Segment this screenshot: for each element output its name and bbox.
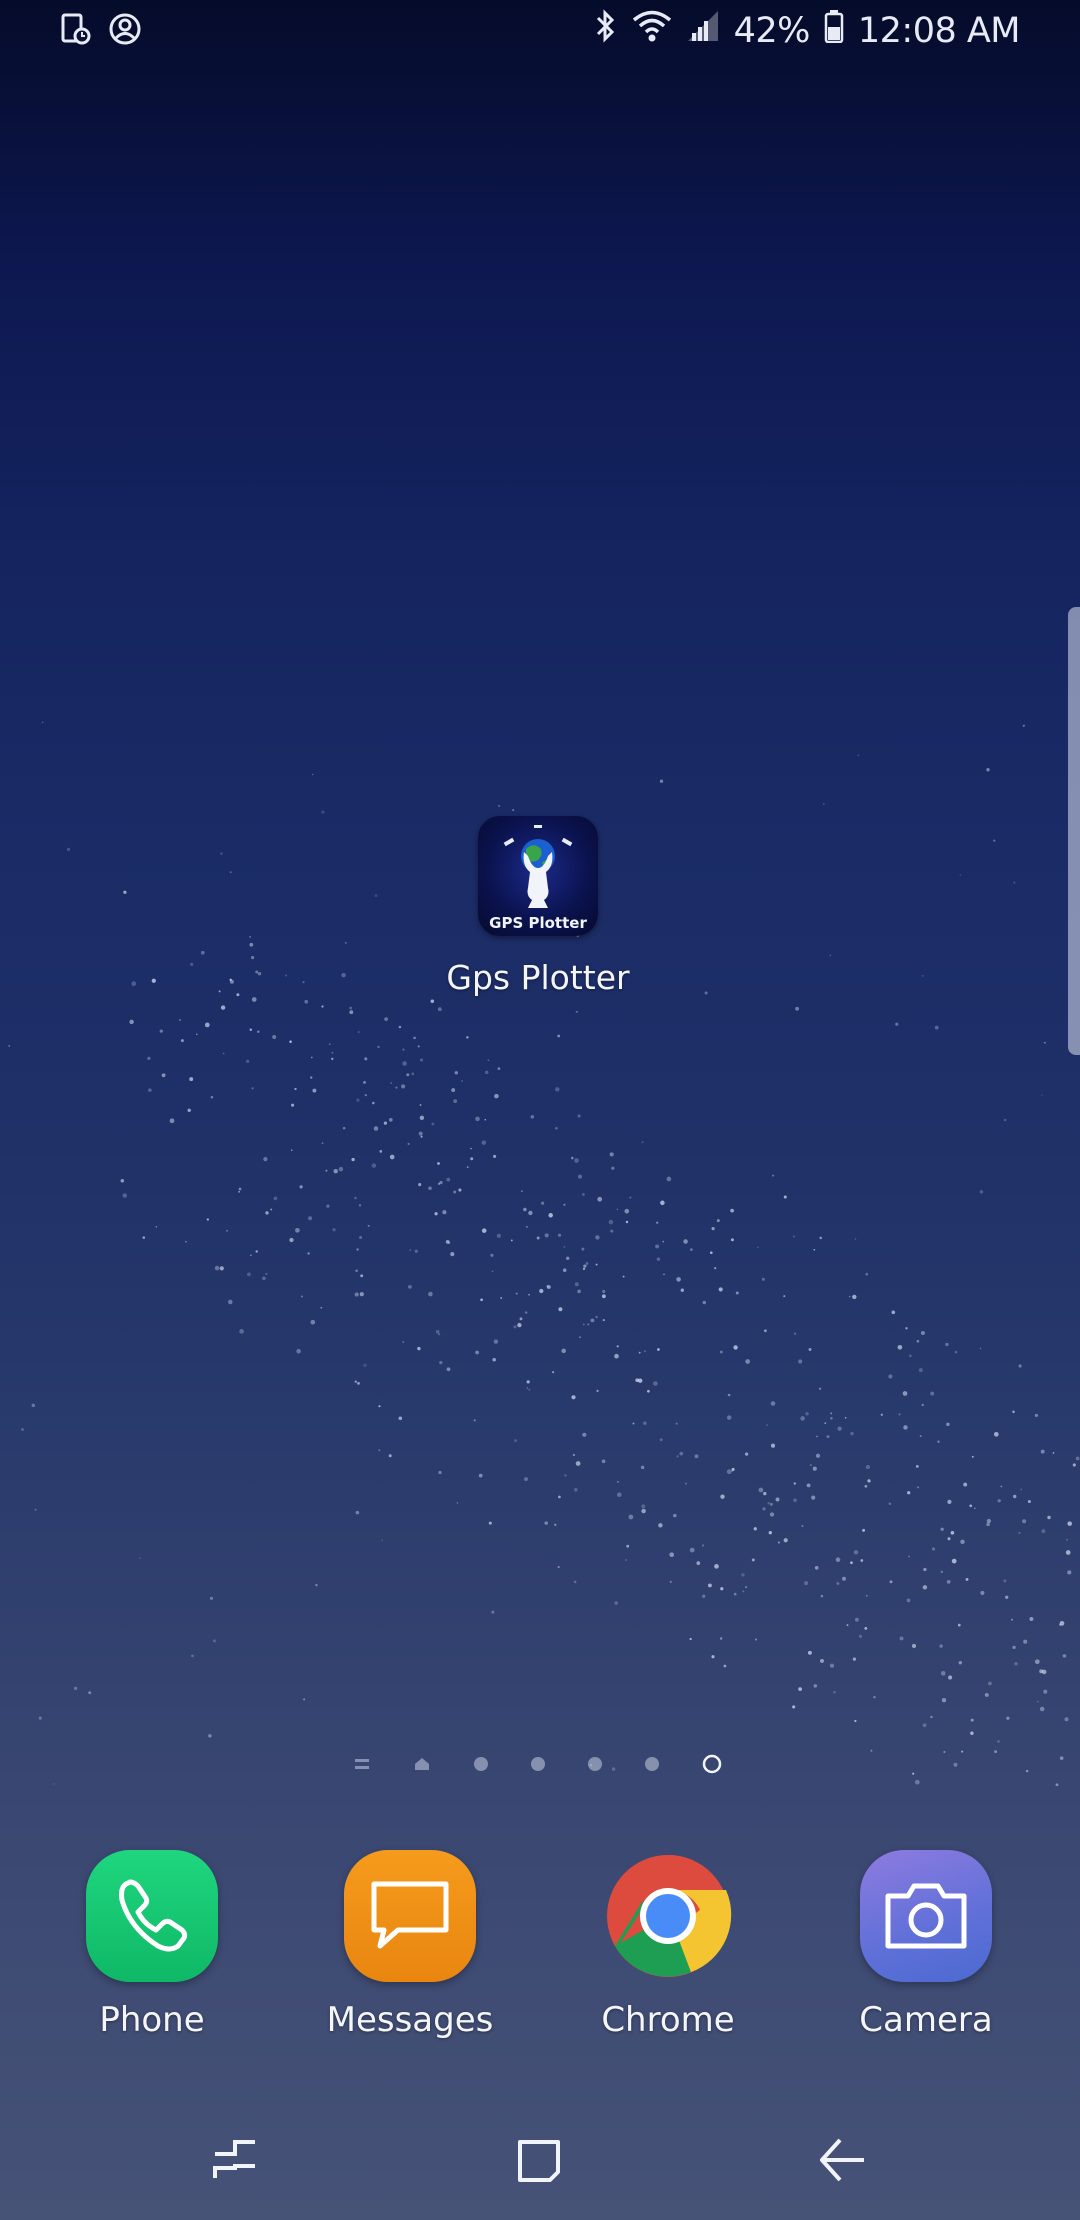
menu-lines-icon[interactable] — [355, 1759, 369, 1769]
home-icon — [518, 2140, 560, 2182]
gps-plotter-icon: GPS Plotter — [478, 816, 598, 936]
home-button[interactable] — [508, 2130, 568, 2190]
page-dot[interactable] — [645, 1757, 659, 1771]
account-icon — [108, 12, 142, 51]
recents-icon — [213, 2140, 255, 2178]
clock: 12:08 AM — [857, 11, 1021, 51]
chrome-icon — [602, 1850, 734, 1982]
back-arrow-icon — [820, 2138, 864, 2182]
dock-item-chrome[interactable]: Chrome — [553, 1850, 783, 2040]
phone-icon — [86, 1850, 218, 1982]
current-page-dot[interactable] — [702, 1754, 722, 1774]
bluetooth-icon — [594, 8, 618, 54]
gps-plotter-icon-text: GPS Plotter — [489, 914, 587, 932]
edge-panel-handle[interactable] — [1068, 607, 1080, 1055]
page-dot[interactable] — [588, 1757, 602, 1771]
home-shortcut-gps-plotter[interactable]: GPS Plotter Gps Plotter — [438, 816, 638, 997]
app-label: Messages — [326, 2000, 494, 2040]
status-bar: 42% 12:08 AM — [0, 0, 1080, 62]
app-label: Phone — [99, 2000, 205, 2040]
signal-icon — [686, 9, 720, 53]
dock: Phone Messages Chrome Camera — [0, 1850, 1080, 2050]
recents-button[interactable] — [205, 2130, 265, 2190]
page-dot[interactable] — [531, 1757, 545, 1771]
page-dot[interactable] — [474, 1757, 488, 1771]
wifi-icon — [632, 9, 672, 53]
messages-icon — [344, 1850, 476, 1982]
status-left-icons — [58, 12, 142, 51]
status-right-icons: 42% 12:08 AM — [594, 8, 1021, 54]
camera-icon — [860, 1850, 992, 1982]
dock-item-phone[interactable]: Phone — [37, 1850, 267, 2040]
navigation-bar — [0, 2100, 1080, 2220]
battery-icon — [824, 9, 844, 53]
app-label: Chrome — [601, 2000, 735, 2040]
home-page-dot[interactable] — [415, 1758, 429, 1770]
app-label: Camera — [859, 2000, 993, 2040]
battery-percent: 42% — [733, 11, 811, 51]
dock-item-messages[interactable]: Messages — [295, 1850, 525, 2040]
back-button[interactable] — [812, 2130, 872, 2190]
page-indicator — [355, 1754, 722, 1774]
app-label: Gps Plotter — [446, 958, 630, 997]
dock-item-camera[interactable]: Camera — [811, 1850, 1041, 2040]
screen-timer-icon — [58, 12, 92, 51]
